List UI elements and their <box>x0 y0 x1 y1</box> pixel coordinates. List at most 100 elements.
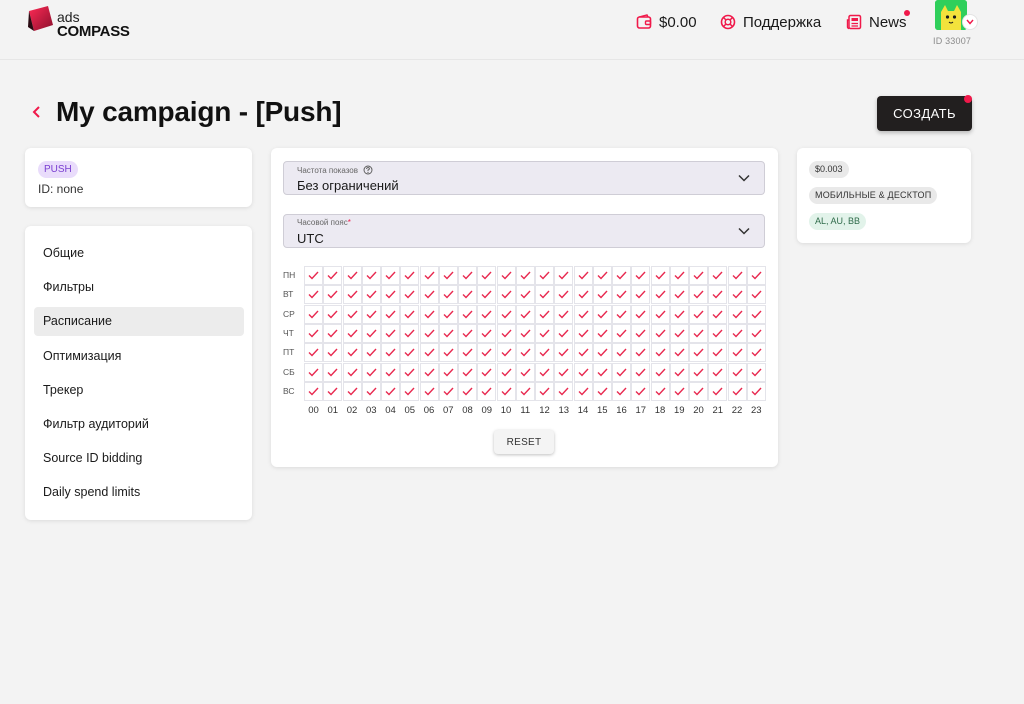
schedule-cell[interactable] <box>612 362 631 382</box>
schedule-cell[interactable] <box>689 343 708 363</box>
schedule-cell[interactable] <box>496 323 516 343</box>
schedule-cell[interactable] <box>746 266 766 285</box>
schedule-cell[interactable] <box>515 266 535 285</box>
schedule-cell[interactable] <box>612 266 631 285</box>
schedule-cell[interactable] <box>458 323 477 343</box>
schedule-cell[interactable] <box>438 266 458 285</box>
schedule-cell[interactable] <box>554 343 574 363</box>
sidebar-item[interactable]: Фильтр аудиторий <box>34 410 244 439</box>
schedule-cell[interactable] <box>592 362 612 382</box>
schedule-cell[interactable] <box>746 304 766 324</box>
schedule-cell[interactable] <box>342 381 362 401</box>
schedule-cell[interactable] <box>496 304 516 324</box>
schedule-cell[interactable] <box>515 381 535 401</box>
schedule-cell[interactable] <box>650 323 670 343</box>
schedule-cell[interactable] <box>438 304 458 324</box>
schedule-cell[interactable] <box>650 304 670 324</box>
account-menu-button[interactable] <box>962 14 978 30</box>
schedule-cell[interactable] <box>400 362 420 382</box>
schedule-cell[interactable] <box>381 266 400 285</box>
schedule-cell[interactable] <box>612 323 631 343</box>
schedule-cell[interactable] <box>304 285 323 305</box>
schedule-cell[interactable] <box>554 323 574 343</box>
schedule-cell[interactable] <box>400 285 420 305</box>
schedule-cell[interactable] <box>381 285 400 305</box>
schedule-cell[interactable] <box>342 304 362 324</box>
schedule-cell[interactable] <box>535 323 554 343</box>
schedule-cell[interactable] <box>669 343 689 363</box>
schedule-cell[interactable] <box>381 381 400 401</box>
schedule-cell[interactable] <box>746 323 766 343</box>
schedule-cell[interactable] <box>438 362 458 382</box>
schedule-cell[interactable] <box>554 266 574 285</box>
schedule-cell[interactable] <box>419 323 439 343</box>
schedule-cell[interactable] <box>554 285 574 305</box>
sidebar-item[interactable]: Оптимизация <box>34 342 244 371</box>
schedule-cell[interactable] <box>400 304 420 324</box>
schedule-cell[interactable] <box>631 266 651 285</box>
schedule-cell[interactable] <box>573 362 593 382</box>
schedule-cell[interactable] <box>535 362 554 382</box>
schedule-cell[interactable] <box>727 362 747 382</box>
schedule-cell[interactable] <box>650 381 670 401</box>
schedule-cell[interactable] <box>458 304 477 324</box>
schedule-cell[interactable] <box>477 304 497 324</box>
schedule-cell[interactable] <box>592 343 612 363</box>
news-link[interactable]: News <box>846 10 910 32</box>
schedule-cell[interactable] <box>727 343 747 363</box>
schedule-cell[interactable] <box>458 381 477 401</box>
schedule-cell[interactable] <box>323 285 343 305</box>
schedule-cell[interactable] <box>323 323 343 343</box>
schedule-cell[interactable] <box>304 381 323 401</box>
schedule-cell[interactable] <box>438 343 458 363</box>
schedule-cell[interactable] <box>361 381 381 401</box>
schedule-cell[interactable] <box>535 343 554 363</box>
schedule-cell[interactable] <box>631 285 651 305</box>
schedule-cell[interactable] <box>573 381 593 401</box>
schedule-cell[interactable] <box>669 323 689 343</box>
schedule-cell[interactable] <box>419 362 439 382</box>
schedule-cell[interactable] <box>304 323 323 343</box>
schedule-cell[interactable] <box>592 381 612 401</box>
schedule-cell[interactable] <box>342 323 362 343</box>
schedule-cell[interactable] <box>400 381 420 401</box>
schedule-cell[interactable] <box>361 304 381 324</box>
schedule-cell[interactable] <box>669 266 689 285</box>
schedule-cell[interactable] <box>573 266 593 285</box>
schedule-cell[interactable] <box>746 343 766 363</box>
sidebar-item[interactable]: Общие <box>34 239 244 268</box>
schedule-cell[interactable] <box>689 362 708 382</box>
schedule-cell[interactable] <box>746 381 766 401</box>
schedule-cell[interactable] <box>361 285 381 305</box>
schedule-cell[interactable] <box>631 362 651 382</box>
schedule-cell[interactable] <box>631 304 651 324</box>
schedule-cell[interactable] <box>689 266 708 285</box>
schedule-cell[interactable] <box>342 285 362 305</box>
schedule-cell[interactable] <box>496 266 516 285</box>
schedule-cell[interactable] <box>727 285 747 305</box>
schedule-cell[interactable] <box>515 362 535 382</box>
schedule-cell[interactable] <box>323 362 343 382</box>
schedule-cell[interactable] <box>573 343 593 363</box>
schedule-cell[interactable] <box>323 304 343 324</box>
schedule-cell[interactable] <box>573 285 593 305</box>
schedule-cell[interactable] <box>631 323 651 343</box>
schedule-cell[interactable] <box>477 266 497 285</box>
schedule-cell[interactable] <box>535 285 554 305</box>
schedule-cell[interactable] <box>400 323 420 343</box>
schedule-cell[interactable] <box>746 285 766 305</box>
timezone-select[interactable]: Часовой пояс * UTC <box>283 214 765 248</box>
schedule-cell[interactable] <box>708 381 728 401</box>
schedule-cell[interactable] <box>515 304 535 324</box>
schedule-cell[interactable] <box>573 304 593 324</box>
help-icon[interactable] <box>363 165 373 175</box>
schedule-cell[interactable] <box>708 285 728 305</box>
schedule-cell[interactable] <box>592 304 612 324</box>
schedule-cell[interactable] <box>669 285 689 305</box>
schedule-cell[interactable] <box>438 381 458 401</box>
schedule-cell[interactable] <box>323 266 343 285</box>
schedule-cell[interactable] <box>727 323 747 343</box>
schedule-cell[interactable] <box>708 343 728 363</box>
schedule-cell[interactable] <box>689 381 708 401</box>
sidebar-item[interactable]: Трекер <box>34 376 244 405</box>
